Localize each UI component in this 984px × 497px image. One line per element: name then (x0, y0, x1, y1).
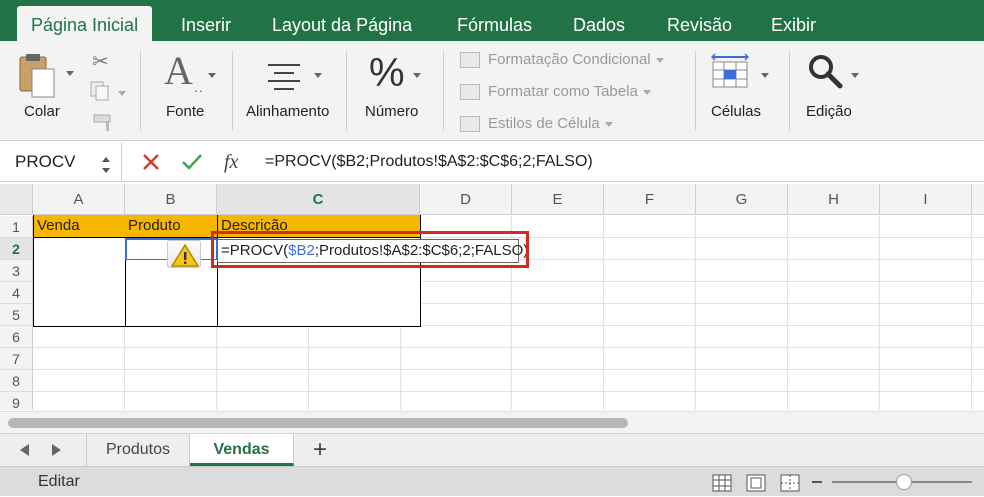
cell-styles-button[interactable]: Estilos de Célula (460, 113, 613, 135)
group-alignment[interactable]: Alinhamento (240, 41, 340, 141)
copy-icon[interactable] (90, 81, 110, 101)
page-layout-icon[interactable] (746, 474, 766, 492)
row-header-6[interactable]: 6 (0, 326, 33, 348)
ribbon: Colar ✂ A .. Fonte Alinhamento % Número … (0, 41, 984, 141)
tab-dados[interactable]: Dados (559, 6, 639, 41)
column-header-d[interactable]: D (420, 184, 512, 215)
group-clipboard: Colar ✂ (10, 41, 130, 141)
cells-icon (710, 53, 750, 89)
select-all-corner[interactable] (0, 184, 33, 215)
spreadsheet-grid: A B C D E F G H I 1 2 3 4 5 6 7 8 9 Vend… (0, 184, 984, 410)
conditional-formatting-button[interactable]: Formatação Condicional (460, 49, 664, 71)
zoom-out-icon[interactable] (812, 481, 822, 483)
cell-b4[interactable] (125, 282, 218, 305)
row-header-1[interactable]: 1 (0, 216, 33, 238)
search-icon (807, 53, 843, 89)
format-painter-icon[interactable] (92, 113, 116, 133)
paste-label: Colar (24, 103, 60, 120)
cells-label: Células (711, 103, 762, 120)
table-style-icon (460, 84, 480, 101)
font-label: Fonte (166, 103, 205, 120)
tab-pagina-inicial[interactable]: Página Inicial (17, 6, 153, 41)
number-label: Número (365, 103, 419, 120)
cell-a2[interactable] (33, 238, 126, 261)
row-header-4[interactable]: 4 (0, 282, 33, 304)
column-header-i[interactable]: I (880, 184, 972, 215)
column-header-e[interactable]: E (512, 184, 604, 215)
cell-styles-icon (460, 116, 480, 133)
tab-inserir[interactable]: Inserir (167, 6, 245, 41)
name-box[interactable]: PROCV (0, 142, 122, 182)
cell-c4[interactable] (217, 282, 421, 305)
formula-bar: PROCV fx =PROCV($B2;Produtos!$A$2:$C$6;2… (0, 142, 984, 182)
alignment-label: Alinhamento (246, 103, 330, 120)
cell-a3[interactable] (33, 260, 126, 283)
font-icon: A (164, 48, 193, 93)
column-header-g[interactable]: G (696, 184, 788, 215)
editing-label: Edição (806, 103, 852, 120)
confirm-icon[interactable] (180, 151, 204, 173)
percent-icon: % (369, 51, 405, 95)
add-sheet-button[interactable]: + (305, 434, 335, 466)
group-font[interactable]: A .. Fonte (150, 41, 225, 141)
column-header-f[interactable]: F (604, 184, 696, 215)
name-box-stepper-icon[interactable] (100, 151, 112, 173)
ribbon-tab-bar: Página Inicial Inserir Layout da Página … (0, 0, 984, 41)
row-header-5[interactable]: 5 (0, 304, 33, 326)
row-header-3[interactable]: 3 (0, 260, 33, 282)
tab-exibir[interactable]: Exibir (757, 6, 830, 41)
status-mode: Editar (38, 473, 80, 490)
conditional-formatting-icon (460, 52, 480, 69)
insert-function-icon[interactable]: fx (224, 142, 238, 182)
cell-b1[interactable]: Produto (125, 215, 218, 238)
clipboard-icon (19, 54, 55, 98)
formula-input[interactable]: =PROCV($B2;Produtos!$A$2:$C$6;2;FALSO) (265, 142, 593, 182)
paste-button[interactable] (16, 53, 58, 101)
cell-a5[interactable] (33, 304, 126, 327)
cell-a1[interactable]: Venda (33, 215, 126, 238)
group-cells[interactable]: Células (703, 41, 783, 141)
prev-sheet-icon[interactable] (20, 444, 29, 456)
tab-formulas[interactable]: Fórmulas (443, 6, 546, 41)
align-center-icon (266, 63, 302, 91)
tab-revisao[interactable]: Revisão (653, 6, 746, 41)
row-header-7[interactable]: 7 (0, 348, 33, 370)
scrollbar-thumb[interactable] (8, 418, 628, 428)
row-header-9[interactable]: 9 (0, 392, 33, 410)
sheet-tab-produtos[interactable]: Produtos (86, 434, 190, 466)
column-header-c[interactable]: C (217, 184, 420, 215)
group-number[interactable]: % Número (355, 41, 435, 141)
column-header-b[interactable]: B (125, 184, 217, 215)
page-break-icon[interactable] (780, 474, 800, 492)
status-bar: Editar (0, 466, 984, 496)
tab-layout-da-pagina[interactable]: Layout da Página (258, 6, 426, 41)
row-header-2[interactable]: 2 (0, 238, 33, 260)
sheet-tab-bar: Produtos Vendas + (0, 433, 984, 466)
next-sheet-icon[interactable] (52, 444, 61, 456)
cell-b5[interactable] (125, 304, 218, 327)
column-header-h[interactable]: H (788, 184, 880, 215)
error-warning-button[interactable] (167, 240, 201, 268)
cut-icon[interactable]: ✂ (92, 49, 109, 74)
highlight-box (211, 231, 529, 268)
normal-view-icon[interactable] (712, 474, 732, 492)
format-as-table-button[interactable]: Formatar como Tabela (460, 81, 651, 103)
column-header-a[interactable]: A (33, 184, 125, 215)
cell-c5[interactable] (217, 304, 421, 327)
horizontal-scrollbar[interactable] (0, 411, 984, 433)
cancel-icon[interactable] (140, 151, 162, 173)
group-editing[interactable]: Edição (797, 41, 877, 141)
zoom-slider[interactable] (832, 474, 972, 490)
row-header-8[interactable]: 8 (0, 370, 33, 392)
sheet-tab-vendas[interactable]: Vendas (190, 434, 294, 466)
zoom-slider-thumb[interactable] (896, 474, 912, 490)
cell-a4[interactable] (33, 282, 126, 305)
warning-icon (170, 243, 200, 267)
